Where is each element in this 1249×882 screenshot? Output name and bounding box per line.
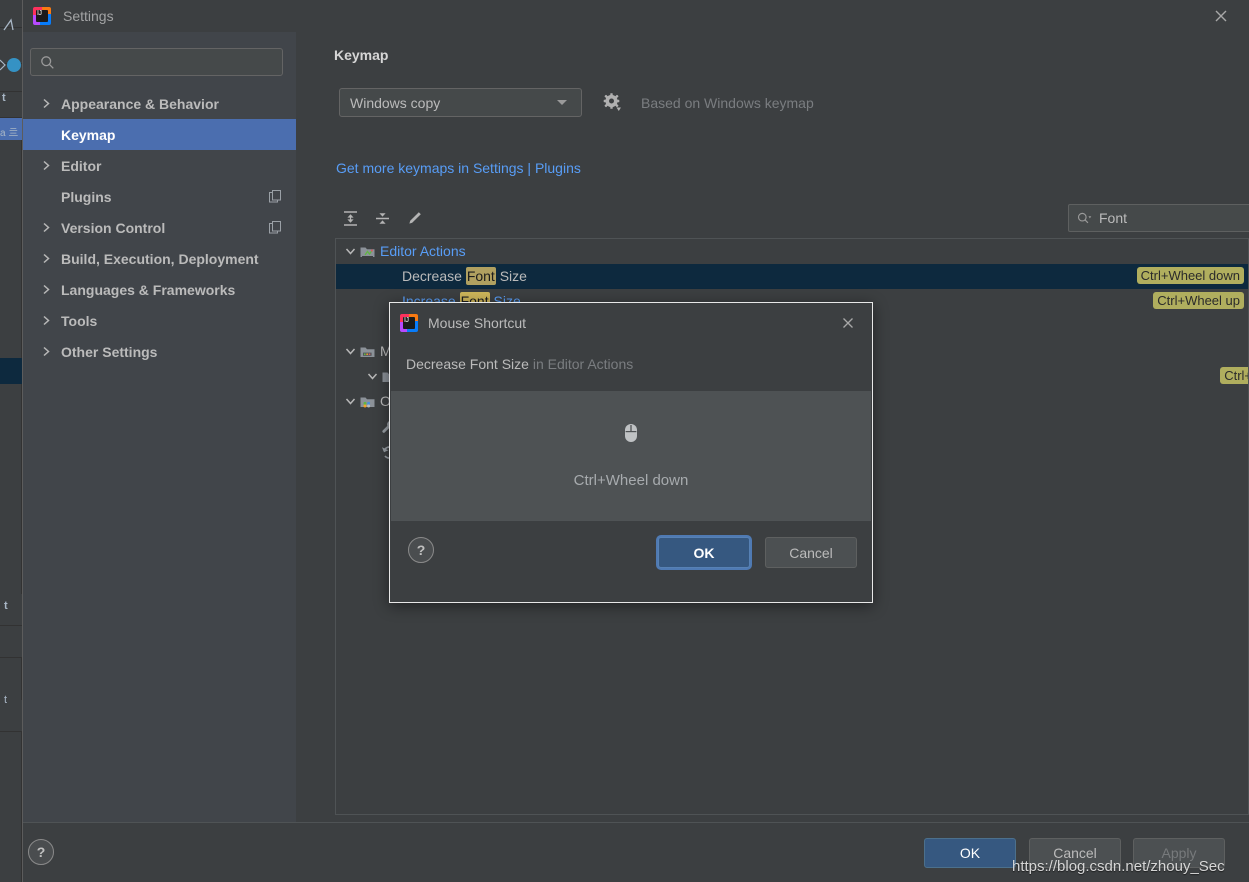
- mouse-shortcut-dialog: Mouse Shortcut Decrease Font Size in Edi…: [389, 302, 873, 603]
- dialog-help-button[interactable]: ?: [408, 537, 434, 563]
- ide-left-toolbar-strip: t a 亖 t t: [0, 0, 22, 882]
- dialog-action-name: Decrease Font Size: [406, 356, 529, 372]
- sidebar-item-build-execution-deployment[interactable]: Build, Execution, Deployment: [23, 243, 296, 274]
- pencil-edit-icon[interactable]: [400, 204, 428, 232]
- gear-icon[interactable]: [602, 92, 622, 117]
- sidebar-item-plugins[interactable]: Plugins: [23, 181, 296, 212]
- shortcut-badge: Ctrl+: [1220, 367, 1248, 384]
- keymap-select-value: Windows copy: [350, 94, 441, 111]
- chevron-right-icon: [39, 284, 53, 295]
- copy-icon: [269, 190, 282, 208]
- ide-strip-segment: [0, 626, 22, 658]
- chevron-right-icon: [39, 315, 53, 326]
- search-icon: [1077, 212, 1092, 223]
- dialog-cancel-button[interactable]: Cancel: [765, 537, 857, 568]
- sidebar-item-languages-frameworks[interactable]: Languages & Frameworks: [23, 274, 296, 305]
- keymap-select-dropdown[interactable]: Windows copy: [339, 88, 582, 117]
- sidebar-search-box[interactable]: [30, 48, 283, 76]
- sidebar-item-label: Editor: [61, 157, 102, 174]
- sidebar-item-label: Other Settings: [61, 343, 158, 360]
- sidebar-item-editor[interactable]: Editor: [23, 150, 296, 181]
- dialog-title-bar: Mouse Shortcut: [390, 303, 872, 343]
- action-group-row[interactable]: Editor Actions: [336, 239, 1248, 264]
- apply-button: Apply: [1133, 838, 1225, 868]
- sidebar-item-label: Build, Execution, Deployment: [61, 250, 259, 267]
- settings-footer: ? OK Cancel Apply: [23, 822, 1249, 882]
- chevron-down-icon[interactable]: [342, 247, 358, 256]
- chevron-right-icon: [39, 160, 53, 171]
- editor-actions-folder-icon: [358, 245, 376, 259]
- intellij-idea-logo-icon: [33, 7, 51, 25]
- action-label: Editor Actions: [380, 242, 466, 259]
- main-menu-folder-icon: [358, 345, 376, 359]
- dialog-title: Mouse Shortcut: [428, 315, 527, 331]
- sidebar-item-label: Languages & Frameworks: [61, 281, 236, 298]
- page-title: Keymap: [334, 47, 389, 63]
- shortcut-capture-area[interactable]: Ctrl+Wheel down: [391, 391, 871, 520]
- sidebar-item-version-control[interactable]: Version Control: [23, 212, 296, 243]
- chevron-right-icon: [39, 222, 53, 233]
- shortcut-badge: Ctrl+Wheel up: [1153, 292, 1244, 309]
- search-icon: [41, 55, 54, 69]
- ide-sliver-glyph: [3, 18, 14, 31]
- sidebar-item-label: Appearance & Behavior: [61, 95, 219, 112]
- chevron-right-icon: [39, 346, 53, 357]
- sidebar-item-appearance-behavior[interactable]: Appearance & Behavior: [23, 88, 296, 119]
- copy-icon: [269, 221, 282, 239]
- sidebar-item-other-settings[interactable]: Other Settings: [23, 336, 296, 367]
- ide-sliver-glyph: [0, 58, 21, 72]
- expand-all-icon[interactable]: [336, 204, 364, 232]
- chevron-down-icon[interactable]: [342, 397, 358, 406]
- close-icon[interactable]: [1209, 5, 1233, 27]
- chevron-right-icon: [39, 253, 53, 264]
- ok-button[interactable]: OK: [924, 838, 1016, 868]
- sidebar-search-input[interactable]: [61, 54, 274, 70]
- shortcut-badge: Ctrl+Wheel down: [1136, 267, 1244, 284]
- ide-sliver-glyph: t: [4, 600, 8, 612]
- cancel-button[interactable]: Cancel: [1029, 838, 1121, 868]
- ide-sliver-glyph: t: [4, 694, 8, 706]
- action-row[interactable]: Decrease Font Size Ctrl+Wheel down: [336, 264, 1248, 289]
- chevron-down-icon[interactable]: [342, 347, 358, 356]
- dialog-footer: ? OK Cancel: [391, 520, 871, 602]
- ide-sliver-glyph: a 亖: [0, 128, 19, 139]
- other-folder-icon: [358, 395, 376, 409]
- intellij-idea-logo-icon: [400, 314, 418, 332]
- sidebar-item-keymap[interactable]: Keymap: [23, 119, 296, 150]
- sidebar-tree: Appearance & Behavior Keymap Editor Plugins…: [23, 88, 296, 367]
- ide-sliver-glyph: t: [2, 92, 6, 104]
- sidebar-item-label: Keymap: [61, 126, 116, 143]
- dialog-action-label: Decrease Font Size in Editor Actions: [406, 356, 633, 372]
- chevron-right-icon: [39, 98, 53, 109]
- chevron-down-icon[interactable]: [364, 372, 380, 381]
- ide-selected-strip-item: [0, 358, 22, 384]
- get-more-keymaps-link[interactable]: Get more keymaps in Settings | Plugins: [336, 160, 581, 176]
- sidebar-item-label: Version Control: [61, 219, 166, 236]
- chevron-down-icon: [557, 100, 567, 105]
- settings-title-bar: Settings: [23, 0, 1249, 32]
- dialog-action-context: in Editor Actions: [532, 356, 634, 372]
- help-button[interactable]: ?: [28, 839, 54, 865]
- action-label: Decrease Font Size: [402, 266, 527, 285]
- mouse-wheel-icon: [625, 424, 637, 442]
- sidebar-item-label: Tools: [61, 312, 98, 329]
- window-title: Settings: [63, 8, 114, 24]
- settings-sidebar: Appearance & Behavior Keymap Editor Plugins…: [23, 32, 296, 822]
- keymap-search-box[interactable]: [1068, 204, 1249, 232]
- sidebar-item-tools[interactable]: Tools: [23, 305, 296, 336]
- keymap-search-input[interactable]: [1099, 210, 1249, 226]
- close-icon[interactable]: [838, 313, 858, 333]
- keymap-toolbar: [336, 204, 1249, 234]
- dialog-ok-button[interactable]: OK: [658, 537, 750, 568]
- captured-shortcut-text: Ctrl+Wheel down: [573, 472, 689, 489]
- keymap-based-on-label: Based on Windows keymap: [641, 95, 814, 111]
- collapse-all-icon[interactable]: [368, 204, 396, 232]
- sidebar-item-label: Plugins: [61, 188, 112, 205]
